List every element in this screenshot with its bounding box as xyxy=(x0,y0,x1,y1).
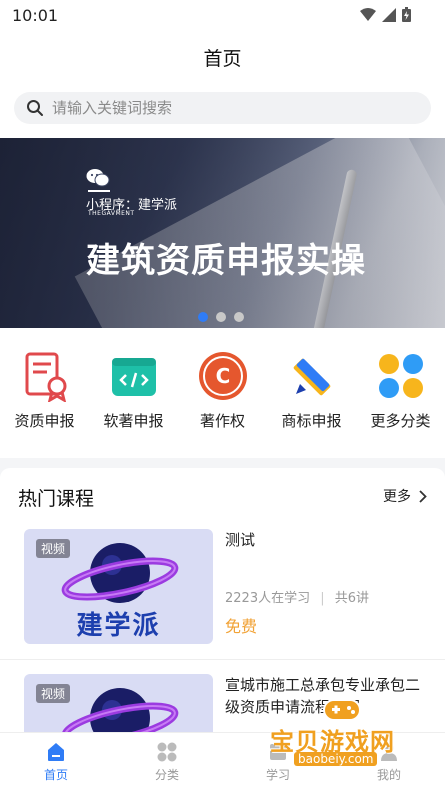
status-bar: 10:01 xyxy=(0,0,445,30)
category-trademark[interactable]: 商标申报 xyxy=(267,350,356,431)
banner-dot-2[interactable] xyxy=(216,312,226,322)
tab-home[interactable]: 首页 xyxy=(6,741,106,783)
tab-category[interactable]: 分类 xyxy=(117,741,217,783)
video-tag: 视频 xyxy=(36,684,71,703)
category-copyright[interactable]: C 著作权 xyxy=(178,350,267,431)
search-input[interactable] xyxy=(52,92,422,124)
search-section xyxy=(0,80,445,138)
banner-dot-1[interactable] xyxy=(198,312,208,322)
banner-pagination xyxy=(198,312,244,322)
banner-title: 建筑资质申报实操 xyxy=(86,241,366,281)
copyright-icon: C xyxy=(198,352,247,400)
category-label: 软著申报 xyxy=(103,412,164,430)
banner-carousel[interactable]: 小程序：建学派 THEGAVMENT 建筑资质申报实操 xyxy=(0,138,445,328)
page-title: 首页 xyxy=(203,48,242,70)
status-time: 10:01 xyxy=(12,6,59,25)
wechat-icon xyxy=(86,169,110,187)
chevron-right-icon xyxy=(419,489,427,503)
meta-separator: | xyxy=(320,591,325,606)
search-icon xyxy=(27,100,43,116)
thumbnail-brand: 建学派 xyxy=(76,611,161,641)
category-software[interactable]: 软著申报 xyxy=(89,350,178,431)
header: 首页 xyxy=(0,30,445,80)
certificate-icon xyxy=(25,352,66,402)
site-watermark: 宝贝游戏网 baobeiy.com xyxy=(270,696,420,772)
search-bar[interactable] xyxy=(14,92,431,124)
course-card[interactable]: 视频 建学派 测试 2223人在学习 | 共6讲 免费 xyxy=(0,529,445,660)
tab-label: 分类 xyxy=(154,768,179,782)
wifi-icon xyxy=(360,7,376,21)
gamepad-icon xyxy=(323,699,361,721)
more-courses-link[interactable]: 更多 xyxy=(383,486,427,506)
category-label: 著作权 xyxy=(199,412,245,430)
video-tag: 视频 xyxy=(36,539,71,558)
course-divider xyxy=(0,659,445,660)
course-price: 免费 xyxy=(225,617,258,636)
grid-icon xyxy=(157,742,177,762)
status-icons xyxy=(360,7,411,22)
code-icon xyxy=(111,358,156,396)
category-label: 资质申报 xyxy=(14,412,75,430)
section-title: 热门课程 xyxy=(18,488,95,510)
pencil-ruler-icon xyxy=(293,358,330,396)
battery-icon xyxy=(402,7,411,22)
banner-subtitle-en: THEGAVMENT xyxy=(88,210,135,217)
category-qualification[interactable]: 资质申报 xyxy=(0,350,89,431)
category-more[interactable]: 更多分类 xyxy=(356,350,445,431)
course-learners: 2223人在学习 xyxy=(225,591,311,606)
watermark-url: baobeiy.com xyxy=(294,752,378,766)
signal-icon xyxy=(382,7,396,22)
course-meta: 2223人在学习 | 共6讲 xyxy=(225,587,369,606)
course-thumbnail: 视频 建学派 xyxy=(24,529,213,644)
course-lessons: 共6讲 xyxy=(334,591,370,606)
category-grid: 资质申报 软著申报 C 著作权 商标申报 更多分类 xyxy=(0,328,445,458)
course-title: 测试 xyxy=(225,531,256,549)
tab-label: 首页 xyxy=(43,768,68,782)
more-label: 更多 xyxy=(383,489,411,505)
category-label: 更多分类 xyxy=(370,412,431,430)
svg-text:C: C xyxy=(215,364,230,388)
category-label: 商标申报 xyxy=(281,412,342,430)
banner-dot-3[interactable] xyxy=(234,312,244,322)
more-categories-icon xyxy=(378,354,423,398)
home-icon xyxy=(48,743,64,761)
banner-divider xyxy=(88,190,110,192)
